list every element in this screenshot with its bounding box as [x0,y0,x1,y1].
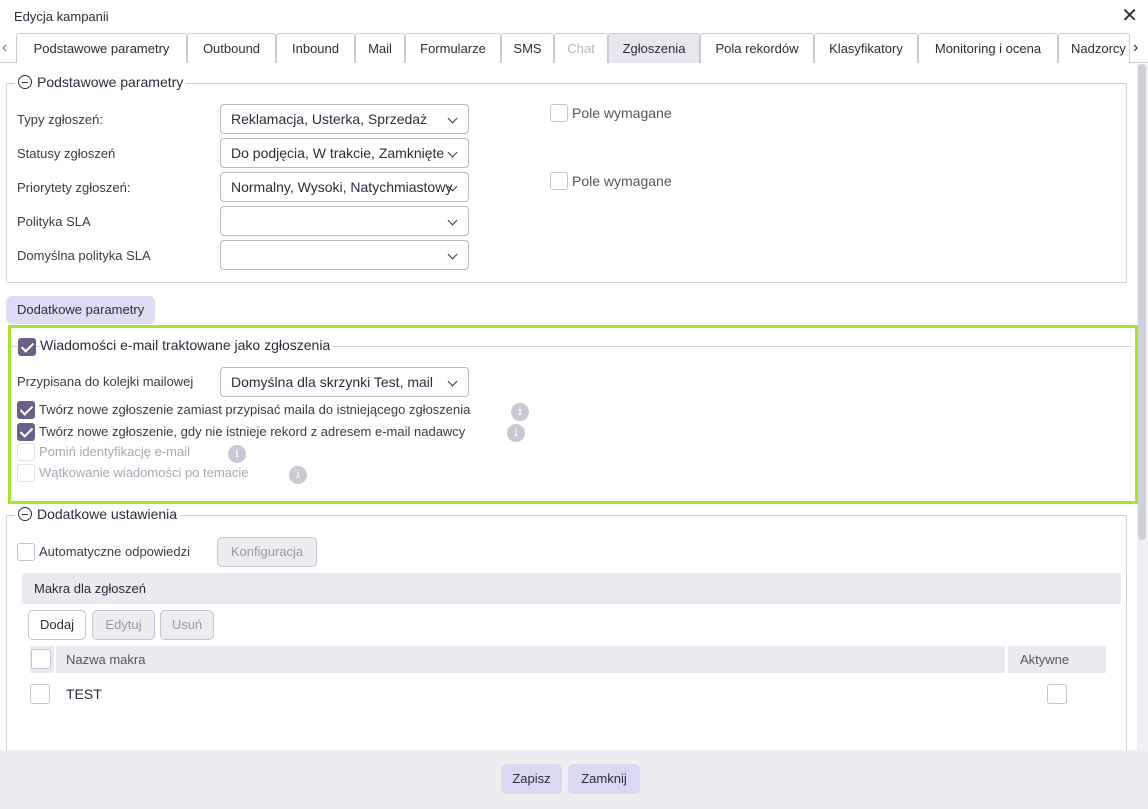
save-button[interactable]: Zapisz [501,764,562,794]
ticket-statuses-label: Statusy zgłoszeń [17,146,116,161]
collapse-icon[interactable] [18,507,32,521]
additional-settings-legend[interactable]: Dodatkowe ustawienia [15,506,181,522]
tab-inbound[interactable]: Inbound [276,33,355,63]
ticket-statuses-select[interactable]: Do podjęcia, W trakcie, Zamknięte [220,138,469,168]
macro-name-cell: TEST [66,686,102,702]
configuration-button[interactable]: Konfiguracja [217,537,317,567]
required-checkbox-priorities[interactable] [550,172,568,190]
default-sla-label: Domyślna polityka SLA [17,248,151,263]
edit-macro-button[interactable]: Edytuj [92,610,155,640]
basic-params-title: Podstawowe parametry [37,74,184,90]
chevron-down-icon [447,249,458,260]
auto-reply-checkbox[interactable] [17,543,35,561]
collapse-icon[interactable] [18,75,32,89]
tab-bar: ‹ Podstawowe parametry Outbound Inbound … [0,33,1148,63]
ticket-types-label: Typy zgłoszeń: [17,112,103,127]
select-all-column [30,646,54,673]
dialog-titlebar: Edycja kampanii ✕ [0,0,1148,33]
tab-nadzorcy[interactable]: Nadzorcy [1058,33,1130,63]
dialog-title: Edycja kampanii [14,9,109,24]
macro-active-checkbox[interactable] [1047,684,1067,704]
ticket-priorities-label: Priorytety zgłoszeń: [17,180,131,195]
chevron-down-icon [447,147,458,158]
ticket-types-value: Reklamacja, Usterka, Sprzedaż [231,111,428,127]
tab-podstawowe-parametry[interactable]: Podstawowe parametry [16,33,187,63]
chevron-down-icon [447,113,458,124]
additional-settings-title: Dodatkowe ustawienia [37,506,178,522]
auto-reply-label: Automatyczne odpowiedzi [39,544,191,559]
tab-klasyfikatory[interactable]: Klasyfikatory [814,33,918,63]
default-sla-select[interactable] [220,240,469,270]
required-label-types: Pole wymagane [572,105,672,121]
row-select-checkbox[interactable] [30,684,50,704]
close-button[interactable]: Zamknij [568,764,640,794]
tabs-scroll-left-icon[interactable]: ‹ [2,39,7,57]
ticket-priorities-select[interactable]: Normalny, Wysoki, Natychmiastowy [220,172,469,202]
tab-outbound[interactable]: Outbound [187,33,276,63]
tab-sms[interactable]: SMS [501,33,554,63]
tab-zgloszenia[interactable]: Zgłoszenia [608,33,700,63]
sla-policy-select[interactable] [220,206,469,236]
col-header-active[interactable]: Aktywne [1008,646,1106,673]
tab-mail[interactable]: Mail [355,33,405,63]
basic-params-legend[interactable]: Podstawowe parametry [15,74,187,90]
add-macro-button[interactable]: Dodaj [28,610,86,640]
tabs-scroll-right-icon[interactable]: › [1133,39,1138,57]
macros-grid-header: Makra dla zgłoszeń [22,573,1121,604]
select-all-checkbox[interactable] [31,649,51,669]
tab-chat[interactable]: Chat [554,33,608,63]
required-label-priorities: Pole wymagane [572,173,672,189]
close-icon[interactable]: ✕ [1121,6,1138,26]
tab-formularze[interactable]: Formularze [405,33,501,63]
tab-monitoring-i-ocena[interactable]: Monitoring i ocena [918,33,1058,63]
scrollbar-thumb[interactable] [1138,64,1146,540]
delete-macro-button[interactable]: Usuń [160,610,214,640]
sla-policy-label: Polityka SLA [17,214,91,229]
tab-pola-rekordow[interactable]: Pola rekordów [700,33,814,63]
ticket-types-select[interactable]: Reklamacja, Usterka, Sprzedaż [220,104,469,134]
highlight-frame [8,325,1138,504]
extra-params-tab[interactable]: Dodatkowe parametry [6,296,156,324]
ticket-statuses-value: Do podjęcia, W trakcie, Zamknięte [231,145,445,161]
ticket-priorities-value: Normalny, Wysoki, Natychmiastowy [231,179,453,195]
required-checkbox-types[interactable] [550,104,568,122]
campaign-edit-dialog: Edycja kampanii ✕ ‹ Podstawowe parametry… [0,0,1148,809]
col-header-name[interactable]: Nazwa makra [56,646,1005,673]
chevron-down-icon [447,215,458,226]
